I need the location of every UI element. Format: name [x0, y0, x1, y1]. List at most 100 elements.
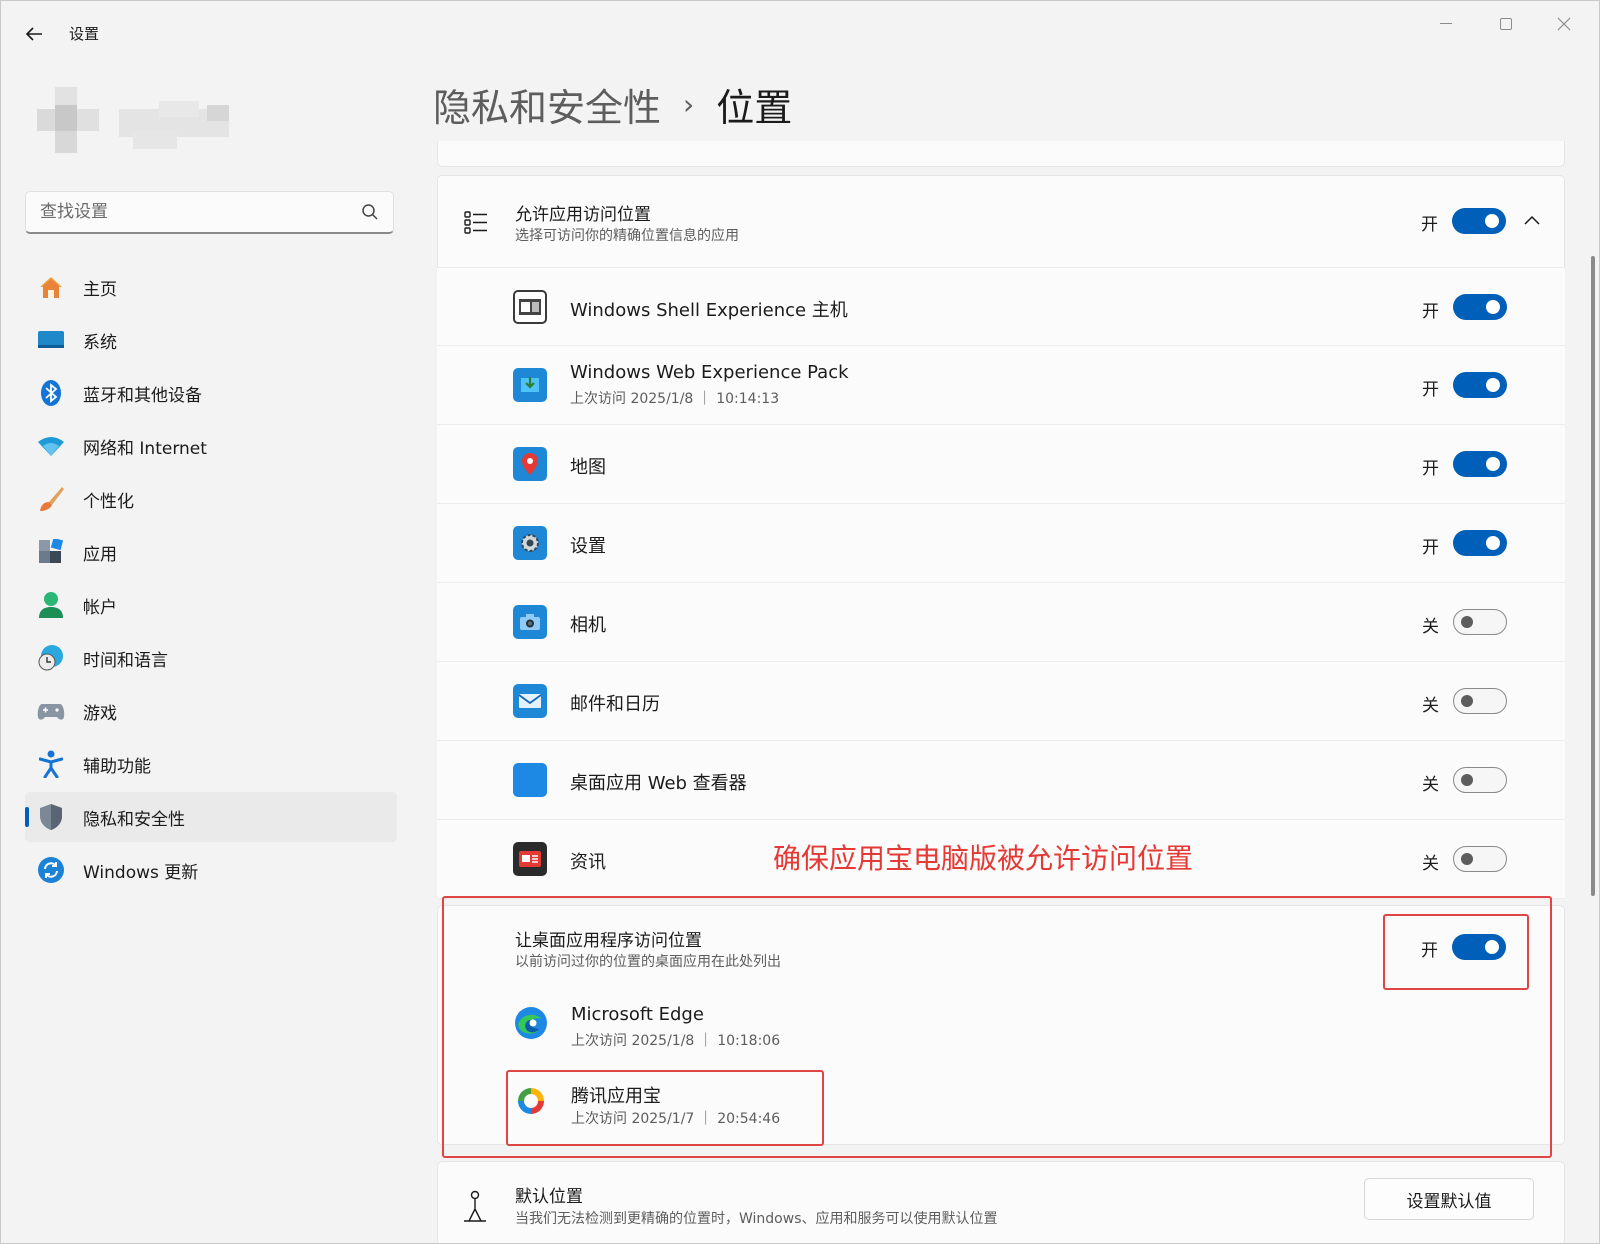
previous-setting-card: [437, 141, 1565, 167]
camera-icon: [513, 605, 547, 639]
app-name: 桌面应用 Web 查看器: [570, 773, 747, 794]
sidebar-item-accessibility[interactable]: 辅助功能: [25, 739, 397, 789]
app-location-toggle[interactable]: [1453, 688, 1507, 714]
sidebar-item-home[interactable]: 主页: [25, 262, 397, 312]
sidebar-item-label: 辅助功能: [83, 756, 151, 777]
back-button[interactable]: [19, 21, 49, 47]
app-row: 设置 开: [437, 504, 1565, 583]
user-name-blurred: [119, 101, 231, 153]
sidebar-item-privacy-security[interactable]: 隐私和安全性: [25, 792, 397, 842]
sidebar-item-label: 帐户: [83, 597, 117, 618]
app-location-toggle[interactable]: [1453, 294, 1507, 320]
app-toggle-state: 关: [1422, 775, 1439, 795]
location-person-icon: [464, 1190, 486, 1222]
sidebar-item-label: 主页: [83, 279, 117, 300]
app-toggle-state: 关: [1422, 696, 1439, 716]
app-location-toggle[interactable]: [1453, 451, 1507, 477]
allow-apps-state: 开: [1421, 215, 1438, 235]
bluetooth-icon: [37, 379, 65, 407]
app-row: 地图 开: [437, 425, 1565, 504]
mail-icon: [513, 684, 547, 718]
shell-experience-icon: [513, 290, 547, 324]
app-location-toggle[interactable]: [1453, 846, 1507, 872]
sidebar-item-personalization[interactable]: 个性化: [25, 474, 397, 524]
sidebar-item-label: Windows 更新: [83, 862, 199, 883]
list-icon: [464, 211, 487, 234]
brush-icon: [37, 485, 65, 513]
app-location-toggle[interactable]: [1453, 767, 1507, 793]
scrollbar[interactable]: [1591, 256, 1595, 896]
news-icon: [513, 842, 547, 876]
sidebar-item-bluetooth[interactable]: 蓝牙和其他设备: [25, 368, 397, 418]
sidebar-item-label: 应用: [83, 544, 117, 565]
close-icon: [1557, 17, 1571, 31]
app-toggle-state: 开: [1422, 380, 1439, 400]
gamepad-icon: [37, 697, 65, 725]
sidebar-item-windows-update[interactable]: Windows 更新: [25, 845, 397, 895]
account-icon: [37, 591, 65, 619]
minimize-button[interactable]: [1423, 9, 1469, 39]
shield-icon: [37, 803, 65, 831]
wifi-icon: [37, 432, 65, 460]
system-icon: [37, 326, 65, 354]
sidebar-nav: 主页 系统 蓝牙和其他设备 网络和 Internet 个性化 应用 帐户 时间和…: [25, 262, 397, 898]
app-toggle-state: 开: [1422, 302, 1439, 322]
app-row: 相机 关: [437, 583, 1565, 662]
app-toggle-state: 关: [1422, 617, 1439, 637]
time-language-icon: [37, 644, 65, 672]
settings-app-icon: [513, 526, 547, 560]
app-row: 桌面应用 Web 查看器 关: [437, 741, 1565, 820]
breadcrumb-parent[interactable]: 隐私和安全性: [433, 77, 661, 132]
annotation-text: 确保应用宝电脑版被允许访问位置: [773, 842, 1194, 875]
app-toggle-state: 关: [1422, 854, 1439, 874]
allow-apps-toggle[interactable]: [1452, 208, 1506, 234]
sidebar-item-label: 蓝牙和其他设备: [83, 385, 202, 406]
breadcrumb: 隐私和安全性 › 位置: [433, 77, 792, 132]
allow-apps-subtitle: 选择可访问你的精确位置信息的应用: [515, 228, 739, 244]
app-name: 邮件和日历: [570, 694, 660, 715]
default-location-subtitle: 当我们无法检测到更精确的位置时，Windows、应用和服务可以使用默认位置: [515, 1211, 998, 1227]
sidebar-item-apps[interactable]: 应用: [25, 527, 397, 577]
search-box[interactable]: [25, 191, 394, 234]
search-icon: [362, 204, 378, 220]
app-name: 设置: [570, 536, 606, 557]
app-location-toggle[interactable]: [1453, 530, 1507, 556]
app-row: Windows Shell Experience 主机 开: [437, 267, 1565, 346]
sidebar-item-label: 网络和 Internet: [83, 438, 207, 459]
update-icon: [37, 856, 65, 884]
set-default-button[interactable]: 设置默认值: [1364, 1178, 1534, 1220]
app-location-toggle[interactable]: [1453, 609, 1507, 635]
maximize-icon: [1500, 18, 1512, 30]
sidebar-item-accounts[interactable]: 帐户: [25, 580, 397, 630]
back-arrow-icon: [25, 27, 42, 41]
app-name: Windows Shell Experience 主机: [570, 300, 848, 321]
default-location-title: 默认位置: [515, 1187, 583, 1207]
sidebar-item-label: 时间和语言: [83, 650, 168, 671]
chevron-up-icon[interactable]: [1524, 215, 1540, 225]
sidebar-item-label: 隐私和安全性: [83, 809, 185, 830]
search-input[interactable]: [40, 202, 350, 222]
default-location-card: 默认位置 当我们无法检测到更精确的位置时，Windows、应用和服务可以使用默认…: [437, 1161, 1565, 1243]
allow-apps-title: 允许应用访问位置: [515, 205, 651, 225]
allow-apps-location-header[interactable]: 允许应用访问位置 选择可访问你的精确位置信息的应用 开: [437, 175, 1565, 267]
title-bar: 设置: [1, 1, 1599, 67]
close-button[interactable]: [1541, 9, 1587, 39]
avatar[interactable]: [37, 87, 103, 153]
app-row: 邮件和日历 关: [437, 662, 1565, 741]
app-name: Windows Web Experience Pack: [570, 362, 849, 383]
sidebar-item-label: 游戏: [83, 703, 117, 724]
app-toggle-state: 开: [1422, 459, 1439, 479]
sidebar-item-system[interactable]: 系统: [25, 315, 397, 365]
web-experience-icon: [513, 368, 547, 402]
maximize-button[interactable]: [1483, 9, 1529, 39]
sidebar-item-gaming[interactable]: 游戏: [25, 686, 397, 736]
sidebar-item-network[interactable]: 网络和 Internet: [25, 421, 397, 471]
web-viewer-icon: [513, 763, 547, 797]
app-toggle-state: 开: [1422, 538, 1439, 558]
apps-icon: [37, 538, 65, 566]
page-title: 位置: [716, 86, 793, 130]
settings-window: 设置 主页: [0, 0, 1600, 1244]
app-location-toggle[interactable]: [1453, 372, 1507, 398]
accessibility-icon: [37, 750, 65, 778]
sidebar-item-time-language[interactable]: 时间和语言: [25, 633, 397, 683]
